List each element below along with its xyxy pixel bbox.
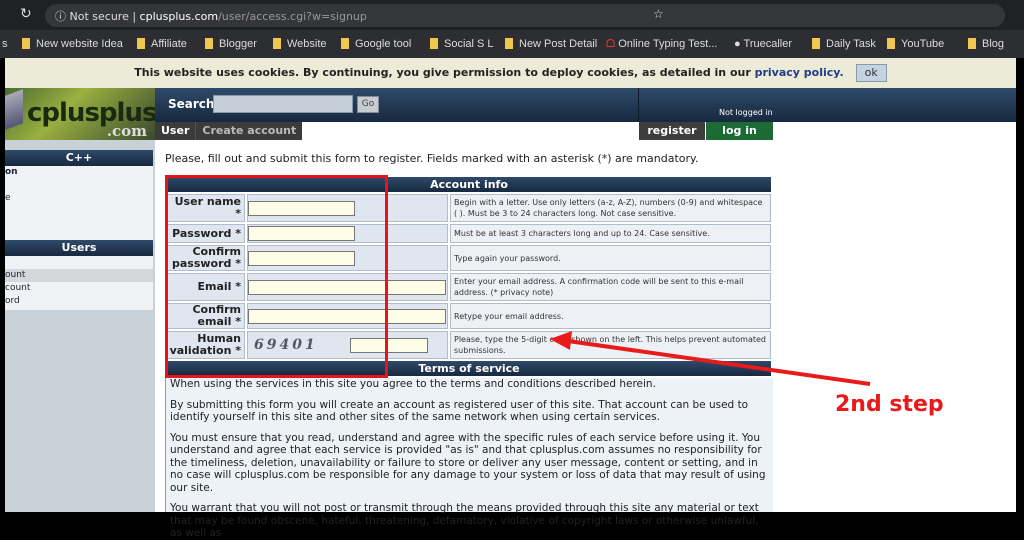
bookmark[interactable]: Daily Task <box>812 38 876 50</box>
bookmark[interactable]: ● Truecaller <box>734 38 792 50</box>
sidebar-item[interactable] <box>5 179 153 192</box>
cookie-ok-button[interactable]: ok <box>855 64 887 82</box>
header-tabs: User Create account <box>155 122 303 140</box>
folder-icon <box>812 38 820 49</box>
folder-icon <box>505 38 513 49</box>
intro-text: Please, fill out and submit this form to… <box>165 152 699 165</box>
terms-of-service: When using the services in this site you… <box>165 374 773 539</box>
account-form: Account info User name * Begin with a let… <box>165 175 773 378</box>
bookmark[interactable]: Website <box>273 38 327 50</box>
search-go-button[interactable]: Go <box>357 96 379 113</box>
captcha-image: 69401 <box>254 337 318 353</box>
typing-test-icon: ᗝ <box>606 38 619 50</box>
confirm-password-input[interactable] <box>248 250 355 266</box>
login-status: Not logged in <box>719 108 773 117</box>
confirm-email-label: Confirm email * <box>167 303 245 329</box>
site-header <box>5 88 1016 122</box>
account-info-header: Account info <box>167 177 771 192</box>
username-label: User name * <box>167 194 245 222</box>
confirm-email-input[interactable] <box>248 308 446 324</box>
folder-icon <box>273 38 281 49</box>
bookmark[interactable]: New Post Detail <box>505 38 597 50</box>
sidebar-item[interactable]: count <box>5 282 153 295</box>
bookmark[interactable]: Affiliate <box>137 38 187 50</box>
cookie-banner: This website uses cookies. By continuing… <box>5 58 1016 88</box>
browser-toolbar: ↻ ⓘ Not secure | cplusplus.com/user/acce… <box>0 0 1024 30</box>
bookmarks-bar: s New website Idea Affiliate Blogger Web… <box>0 30 1024 58</box>
folder-icon <box>341 38 349 49</box>
security-label: Not secure <box>69 10 129 23</box>
sidebar: C++ on e Users ount count ord <box>5 140 155 512</box>
star-icon[interactable]: ☆ <box>653 7 664 21</box>
captcha-input[interactable] <box>350 338 428 353</box>
search-label: Search: <box>168 97 220 111</box>
sidebar-item[interactable]: on <box>5 166 153 179</box>
email-input[interactable] <box>248 279 446 295</box>
tab-user[interactable]: User <box>155 122 195 140</box>
search-input[interactable] <box>213 95 353 113</box>
info-icon: ⓘ <box>55 10 70 23</box>
sidebar-item[interactable]: ord <box>5 295 153 308</box>
sidebar-item[interactable]: e <box>5 192 153 205</box>
url-path: /user/access.cgi?w=signup <box>218 10 367 23</box>
bookmark[interactable]: Blogger <box>205 38 257 50</box>
bookmark[interactable]: YouTube <box>887 38 944 50</box>
folder-icon <box>430 38 438 49</box>
folder-icon <box>137 38 145 49</box>
address-bar[interactable]: ⓘ Not secure | cplusplus.com/user/access… <box>45 4 1005 27</box>
sidebar-item[interactable]: ount <box>5 269 153 282</box>
folder-icon <box>205 38 213 49</box>
sidebar-cpp-title: C++ <box>5 150 153 166</box>
bookmark[interactable]: Blog <box>968 38 1004 50</box>
url-host: cplusplus.com <box>139 10 219 23</box>
password-label: Password * <box>167 224 245 243</box>
bookmark[interactable]: Social S L <box>430 38 494 50</box>
register-button[interactable]: register <box>639 122 705 140</box>
login-button[interactable]: log in <box>706 122 773 140</box>
email-label: Email * <box>167 273 245 301</box>
folder-icon <box>968 38 976 49</box>
web-page: This website uses cookies. By continuing… <box>5 58 1016 539</box>
tab-create-account[interactable]: Create account <box>195 122 302 140</box>
folder-icon <box>22 38 30 49</box>
human-validation-label: Human validation * <box>167 331 245 359</box>
bookmark[interactable]: ᗝ Online Typing Test... <box>606 38 717 51</box>
reload-icon[interactable]: ↻ <box>20 6 32 22</box>
sidebar-users-title: Users <box>5 240 153 256</box>
bookmark[interactable]: Google tool <box>341 38 411 50</box>
username-input[interactable] <box>248 200 355 216</box>
password-input[interactable] <box>248 226 355 241</box>
site-logo[interactable]: cplusplus .com <box>5 88 155 140</box>
privacy-policy-link[interactable]: privacy policy. <box>755 66 844 79</box>
folder-icon <box>887 38 895 49</box>
confirm-password-label: Confirm password * <box>167 245 245 271</box>
annotation-label: 2nd step <box>835 392 944 417</box>
terms-header: Terms of service <box>167 361 771 376</box>
bookmark[interactable]: New website Idea <box>22 38 123 50</box>
truecaller-icon: ● <box>734 38 744 50</box>
sidebar-item[interactable] <box>5 256 153 269</box>
